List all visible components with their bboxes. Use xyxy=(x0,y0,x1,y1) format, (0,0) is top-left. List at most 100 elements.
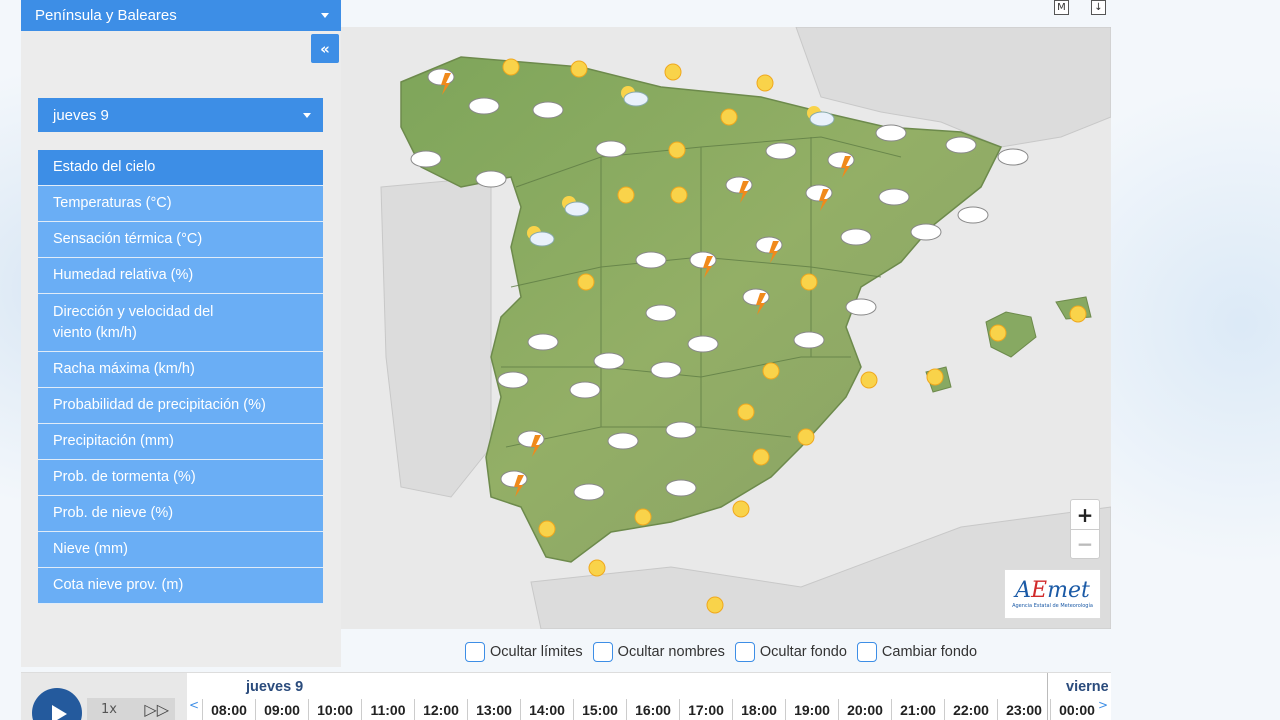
hour-slot[interactable]: 10:00 xyxy=(308,699,361,720)
sidebar: « jueves 9 Estado del cielo Temperaturas… xyxy=(21,31,341,667)
hour-slot[interactable]: 15:00 xyxy=(573,699,626,720)
play-button[interactable] xyxy=(32,688,82,720)
cloud-icon xyxy=(957,206,989,224)
cloud-icon xyxy=(569,381,601,399)
cloud-icon xyxy=(793,331,825,349)
hour-slot[interactable]: 18:00 xyxy=(732,699,785,720)
sun-icon xyxy=(1069,305,1087,323)
cloud-icon xyxy=(410,150,442,168)
sun-icon xyxy=(664,63,682,81)
sun-icon xyxy=(706,596,724,614)
option-ocultar-limites[interactable]: Ocultar límites xyxy=(465,642,583,662)
hour-slot[interactable]: 17:00 xyxy=(679,699,732,720)
checkbox[interactable] xyxy=(465,642,485,662)
sun-icon xyxy=(860,371,878,389)
menu-item-cota-nieve[interactable]: Cota nieve prov. (m) xyxy=(38,568,323,604)
logo-letter-a: A xyxy=(1015,578,1032,603)
fast-forward-icon[interactable]: ▷▷ xyxy=(144,700,169,719)
sun-icon xyxy=(668,141,686,159)
cloud-icon xyxy=(635,251,667,269)
cloud-icon xyxy=(765,142,797,160)
sun-icon xyxy=(756,74,774,92)
sun-icon xyxy=(762,362,780,380)
hour-slot[interactable]: 09:00 xyxy=(255,699,308,720)
hour-slot[interactable]: 13:00 xyxy=(467,699,520,720)
cloud-icon xyxy=(875,124,907,142)
cloud-icon xyxy=(593,352,625,370)
menu-item-racha[interactable]: Racha máxima (km/h) xyxy=(38,352,323,388)
day-select[interactable]: jueves 9 xyxy=(38,98,323,132)
menu-item-sensacion-termica[interactable]: Sensación térmica (°C) xyxy=(38,222,323,258)
menu-item-prob-nieve[interactable]: Prob. de nieve (%) xyxy=(38,496,323,532)
sun-icon xyxy=(634,508,652,526)
menu-item-estado-cielo[interactable]: Estado del cielo xyxy=(38,150,323,186)
zoom-in-button[interactable]: + xyxy=(1071,500,1099,529)
sun-icon xyxy=(926,368,944,386)
cloud-icon xyxy=(840,228,872,246)
cloud-icon xyxy=(910,223,942,241)
checkbox[interactable] xyxy=(734,642,755,662)
hour-slot[interactable]: 12:00 xyxy=(414,699,467,720)
cloud-icon xyxy=(878,188,910,206)
checkbox[interactable] xyxy=(592,642,613,662)
map-canvas xyxy=(380,27,1111,629)
checkbox[interactable] xyxy=(856,642,877,662)
option-ocultar-fondo[interactable]: Ocultar fondo xyxy=(734,642,847,662)
weather-map[interactable]: + − AEmet Agencia Estatal de Meteorologí… xyxy=(341,27,1111,629)
cloud-icon xyxy=(475,170,507,188)
menu-item-prob-tormenta[interactable]: Prob. de tormenta (%) xyxy=(38,460,323,496)
sun-icon xyxy=(752,448,770,466)
sun-icon xyxy=(588,559,606,577)
timeline-prev-icon[interactable]: < xyxy=(189,698,199,712)
zoom-out-button[interactable]: − xyxy=(1071,529,1099,558)
sun-icon xyxy=(800,273,818,291)
sun-icon xyxy=(538,520,556,538)
sun-icon xyxy=(989,324,1007,342)
sun-icon xyxy=(797,428,815,446)
hour-slot[interactable]: 23:00 xyxy=(997,699,1050,720)
cloud-icon xyxy=(645,304,677,322)
hour-slot[interactable]: 00:00 xyxy=(1050,699,1103,720)
day-select-label: jueves 9 xyxy=(53,106,109,124)
sun-icon xyxy=(720,108,738,126)
hour-slots: 08:00 09:00 10:00 11:00 12:00 13:00 14:0… xyxy=(202,699,1103,720)
playback-controls: 1x ▷▷ xyxy=(21,673,187,720)
hour-slot[interactable]: 16:00 xyxy=(626,699,679,720)
timeline-day-label: jueves 9 xyxy=(246,679,304,695)
timeline-next-icon[interactable]: > xyxy=(1098,698,1108,712)
hour-slot[interactable]: 21:00 xyxy=(891,699,944,720)
speed-label: 1x xyxy=(101,702,117,717)
menu-item-temperaturas[interactable]: Temperaturas (°C) xyxy=(38,186,323,222)
menu-item-precipitacion[interactable]: Precipitación (mm) xyxy=(38,424,323,460)
sun-icon xyxy=(577,273,595,291)
cloud-icon xyxy=(607,432,639,450)
hour-slot[interactable]: 14:00 xyxy=(520,699,573,720)
sun-icon xyxy=(570,60,588,78)
menu-item-viento[interactable]: Dirección y velocidad del viento (km/h) xyxy=(38,294,323,352)
cloud-icon xyxy=(945,136,977,154)
hour-slot[interactable]: 19:00 xyxy=(785,699,838,720)
option-ocultar-nombres[interactable]: Ocultar nombres xyxy=(592,642,725,662)
caret-down-icon xyxy=(303,113,311,118)
hour-slot[interactable]: 08:00 xyxy=(202,699,255,720)
region-select[interactable]: Península y Baleares xyxy=(21,0,341,31)
logo-letter-e: E xyxy=(1031,578,1048,603)
m-icon[interactable]: M xyxy=(1054,0,1069,15)
menu-item-humedad[interactable]: Humedad relativa (%) xyxy=(38,258,323,294)
hour-slot[interactable]: 20:00 xyxy=(838,699,891,720)
sun-icon xyxy=(617,186,635,204)
cloud-icon xyxy=(468,97,500,115)
cloud-icon xyxy=(573,483,605,501)
download-icon[interactable]: ↓ xyxy=(1091,0,1106,15)
sun-icon xyxy=(502,58,520,76)
option-cambiar-fondo[interactable]: Cambiar fondo xyxy=(856,642,977,662)
cloud-icon xyxy=(665,421,697,439)
menu-item-nieve[interactable]: Nieve (mm) xyxy=(38,532,323,568)
hour-slot[interactable]: 11:00 xyxy=(361,699,414,720)
speed-control[interactable]: 1x ▷▷ xyxy=(87,698,175,720)
cloud-icon xyxy=(532,101,564,119)
menu-item-prob-precipitacion[interactable]: Probabilidad de precipitación (%) xyxy=(38,388,323,424)
collapse-sidebar-button[interactable]: « xyxy=(311,34,339,63)
hour-slot[interactable]: 22:00 xyxy=(944,699,997,720)
variable-menu: Estado del cielo Temperaturas (°C) Sensa… xyxy=(38,150,323,604)
